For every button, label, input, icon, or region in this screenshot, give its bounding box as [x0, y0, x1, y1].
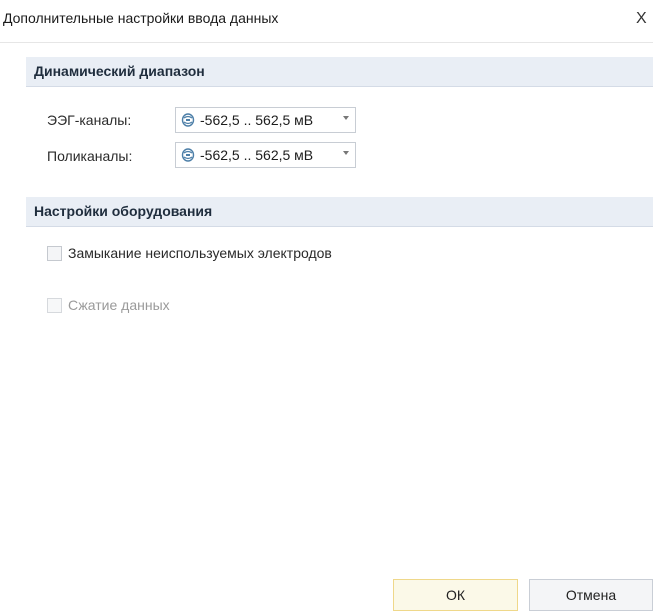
range-icon [181, 113, 195, 127]
short-unused-electrodes-label: Замыкание неиспользуемых электродов [68, 245, 332, 261]
checkbox-box [47, 298, 62, 313]
poly-range-dropdown[interactable]: -562,5 .. 562,5 мВ [175, 142, 356, 168]
eeg-range-dropdown[interactable]: -562,5 .. 562,5 мВ [175, 107, 356, 133]
section-title-dynamic-range: Динамический диапазон [34, 63, 205, 79]
title-bar: Дополнительные настройки ввода данных X [0, 0, 653, 40]
poly-range-value: -562,5 .. 562,5 мВ [200, 147, 314, 163]
chevron-down-icon [343, 116, 349, 120]
section-header-hardware: Настройки оборудования [26, 197, 653, 227]
section-header-dynamic-range: Динамический диапазон [26, 57, 653, 87]
close-button[interactable]: X [636, 6, 653, 32]
checkbox-box[interactable] [47, 246, 62, 261]
short-unused-electrodes-checkbox[interactable]: Замыкание неиспользуемых электродов [47, 245, 407, 265]
section-title-hardware: Настройки оборудования [34, 203, 213, 219]
title-divider [0, 42, 653, 43]
poly-channels-label: Поликаналы: [47, 148, 133, 164]
data-compression-label: Сжатие данных [68, 297, 170, 313]
ok-button[interactable]: ОК [393, 579, 518, 611]
settings-dialog: Дополнительные настройки ввода данных X … [0, 0, 653, 614]
eeg-range-value: -562,5 .. 562,5 мВ [200, 112, 314, 128]
cancel-button[interactable]: Отмена [529, 579, 653, 611]
chevron-down-icon [343, 151, 349, 155]
range-icon [181, 148, 195, 162]
eeg-channels-label: ЭЭГ-каналы: [47, 112, 132, 128]
data-compression-checkbox: Сжатие данных [47, 297, 207, 317]
dialog-title: Дополнительные настройки ввода данных [3, 10, 279, 26]
